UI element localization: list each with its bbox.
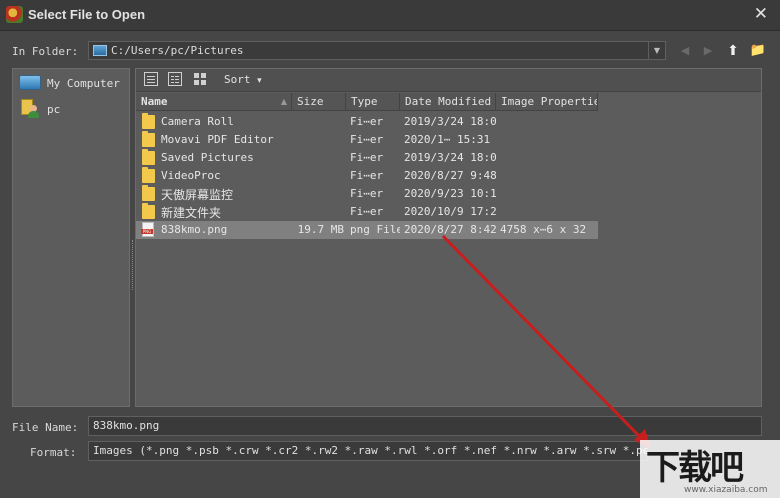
folder-path-text: C:/Users/pc/Pictures <box>111 44 244 57</box>
column-header: Name ▲ Size Type Date Modified Image Pro… <box>136 93 598 111</box>
table-row[interactable]: 838kmo.png 19.7 MB png File 2020/8/27 8:42 4… <box>136 221 598 239</box>
file-date-cell: 2019/3/24 18:08 <box>404 151 496 164</box>
column-image-properties[interactable]: Image Properties <box>496 93 598 110</box>
user-folder-icon <box>21 99 39 119</box>
file-type-cell: Fi⋯er <box>350 205 384 218</box>
folder-icon <box>142 185 155 201</box>
details-view-icon[interactable] <box>168 72 182 86</box>
format-select[interactable]: Images (*.png *.psb *.crw *.cr2 *.rw2 *.… <box>88 441 648 461</box>
title-bar: Select File to Open ✕ <box>0 0 780 31</box>
in-folder-label: In Folder: <box>12 45 79 58</box>
view-toolbar: Sort ▾ <box>136 69 761 92</box>
sort-ascending-icon: ▲ <box>280 97 287 106</box>
window-title: Select File to Open <box>28 7 146 22</box>
file-name-label: File Name: <box>12 421 79 434</box>
file-name-input[interactable]: 838kmo.png <box>88 416 762 436</box>
table-row[interactable]: Saved Pictures Fi⋯er 2019/3/24 18:08 <box>136 149 598 167</box>
place-pc[interactable]: pc <box>19 99 123 121</box>
place-label: pc <box>47 103 61 116</box>
file-date-cell: 2020/1⋯ 15:31 <box>404 133 491 146</box>
file-size-cell: 19.7 MB <box>297 223 344 236</box>
file-type-cell: Fi⋯er <box>350 115 384 128</box>
watermark-logo: 下载吧 <box>646 448 744 488</box>
place-my-computer[interactable]: My Computer <box>19 73 123 95</box>
chevron-down-icon: ▾ <box>257 76 262 86</box>
table-row[interactable]: 天傲屏幕监控 Fi⋯er 2020/9/23 10:13 <box>136 185 598 203</box>
file-name-cell: 新建文件夹 <box>161 206 222 220</box>
thumbnail-view-icon[interactable] <box>193 72 207 86</box>
file-name-cell: Camera Roll <box>161 115 234 128</box>
up-folder-icon[interactable]: ⬆ <box>723 42 743 60</box>
table-row[interactable]: 新建文件夹 Fi⋯er 2020/10/9 17:24 <box>136 203 598 221</box>
column-type[interactable]: Type <box>346 93 400 110</box>
folder-icon <box>142 131 155 147</box>
folder-icon <box>142 149 155 165</box>
file-name-cell: 天傲屏幕监控 <box>161 188 234 202</box>
table-row[interactable]: Camera Roll Fi⋯er 2019/3/24 18:08 <box>136 113 598 131</box>
column-size[interactable]: Size <box>292 93 346 110</box>
column-name[interactable]: Name ▲ <box>136 93 292 110</box>
list-view-icon[interactable] <box>144 72 158 86</box>
file-name-cell: VideoProc <box>161 169 221 182</box>
folder-path-combo[interactable]: C:/Users/pc/Pictures ▼ <box>88 41 666 60</box>
file-type-cell: png File <box>350 223 400 236</box>
file-name-cell: 838kmo.png <box>161 223 228 236</box>
new-folder-icon[interactable]: 📁 <box>748 42 768 60</box>
forward-arrow-icon[interactable]: ▶ <box>698 42 718 60</box>
file-type-cell: Fi⋯er <box>350 187 384 200</box>
app-logo-icon <box>6 6 23 23</box>
file-date-cell: 2020/10/9 17:24 <box>404 205 496 218</box>
table-row[interactable]: Movavi PDF Editor Fi⋯er 2020/1⋯ 15:31 <box>136 131 598 149</box>
place-label: My Computer <box>47 77 120 90</box>
png-file-icon <box>141 222 154 237</box>
file-name-cell: Saved Pictures <box>161 151 254 164</box>
computer-icon <box>19 75 41 90</box>
file-props-cell: 4758 x⋯6 x 32 <box>500 223 587 236</box>
folder-icon <box>142 203 155 219</box>
chevron-down-icon[interactable]: ▼ <box>648 42 665 59</box>
folder-icon <box>142 113 155 129</box>
folder-icon <box>142 167 155 183</box>
file-name-cell: Movavi PDF Editor <box>161 133 274 146</box>
watermark: 下载吧 www.xiazaiba.com <box>640 440 780 498</box>
file-date-cell: 2020/8/27 8:42 <box>404 223 496 236</box>
places-panel: My Computer pc <box>12 68 130 407</box>
column-date-modified[interactable]: Date Modified <box>400 93 496 110</box>
file-date-cell: 2020/8/27 9:48 <box>404 169 496 182</box>
table-row[interactable]: VideoProc Fi⋯er 2020/8/27 9:48 <box>136 167 598 185</box>
back-arrow-icon[interactable]: ◀ <box>675 42 695 60</box>
sort-button[interactable]: Sort ▾ <box>224 73 262 86</box>
file-type-cell: Fi⋯er <box>350 151 384 164</box>
close-button[interactable]: ✕ <box>754 4 768 24</box>
watermark-url: www.xiazaiba.com <box>684 485 768 495</box>
file-list-panel: Sort ▾ Name ▲ Size Type Date Modified Im… <box>135 68 762 407</box>
file-date-cell: 2020/9/23 10:13 <box>404 187 496 200</box>
file-type-cell: Fi⋯er <box>350 133 384 146</box>
folder-image-icon <box>93 45 107 56</box>
file-date-cell: 2019/3/24 18:08 <box>404 115 496 128</box>
format-label: Format: <box>30 446 77 459</box>
file-type-cell: Fi⋯er <box>350 169 384 182</box>
sort-label: Sort <box>224 73 251 86</box>
